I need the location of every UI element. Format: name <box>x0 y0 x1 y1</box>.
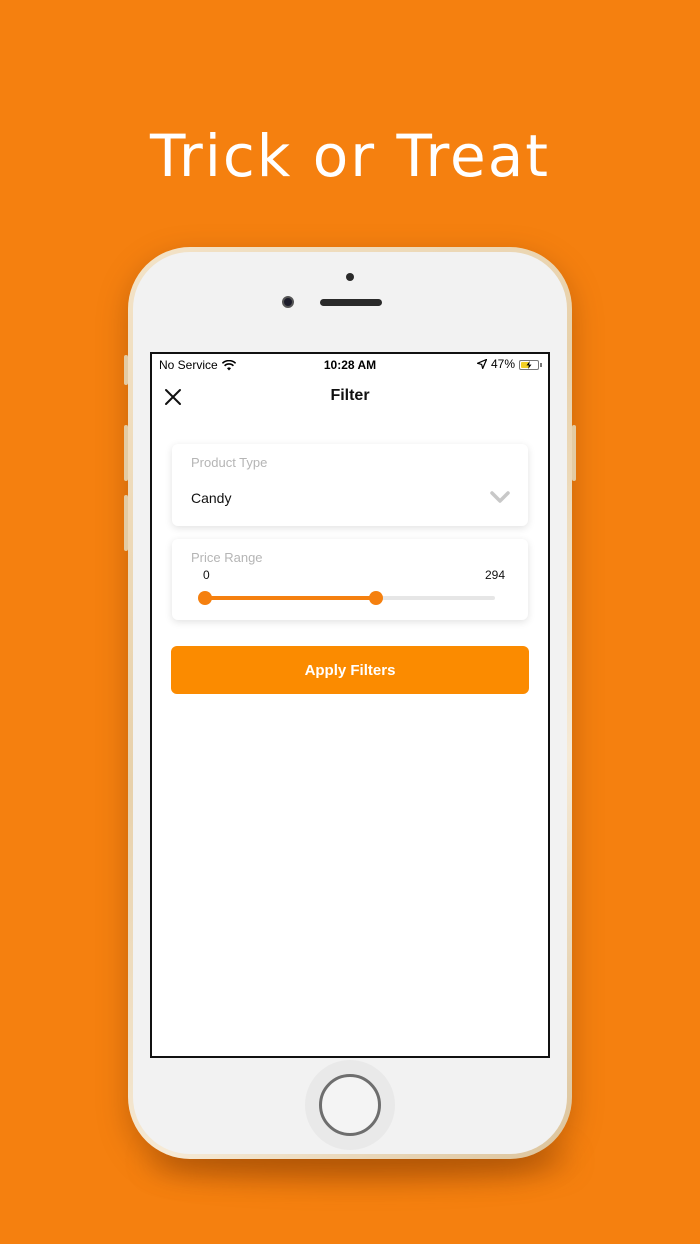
volume-up-button <box>124 425 128 481</box>
product-type-select[interactable]: Product Type Candy <box>172 444 528 526</box>
page-title: Filter <box>330 387 370 404</box>
headline: Trick or Treat <box>150 122 550 190</box>
apply-filters-button[interactable]: Apply Filters <box>171 646 529 694</box>
slider-max-thumb[interactable] <box>369 591 384 605</box>
status-bar: No Service 10:28 AM 47% <box>152 354 548 374</box>
slider-selected-range <box>205 596 377 600</box>
location-arrow-icon <box>476 359 487 369</box>
slider-min-thumb[interactable] <box>198 591 212 605</box>
product-type-label: Product Type <box>191 455 268 470</box>
price-range-label: Price Range <box>191 550 263 565</box>
status-right: 47% <box>476 357 542 371</box>
app-screen: No Service 10:28 AM 47% Filter Product T… <box>150 352 550 1058</box>
battery-tip <box>540 362 542 367</box>
earpiece-speaker <box>320 299 382 306</box>
battery-charging-icon <box>519 359 539 370</box>
mute-switch <box>124 355 128 385</box>
price-range-min: 0 <box>203 568 210 582</box>
price-range-max: 294 <box>484 568 505 582</box>
home-button[interactable] <box>319 1074 381 1136</box>
battery-percent: 47% <box>490 357 515 371</box>
nav-bar: Filter <box>152 378 548 416</box>
volume-down-button <box>124 495 128 551</box>
front-camera <box>282 296 294 308</box>
chevron-down-icon <box>490 491 510 503</box>
price-range-slider[interactable] <box>198 591 495 605</box>
proximity-sensor <box>346 273 354 281</box>
charging-bolt-icon <box>526 360 532 369</box>
price-range-card: Price Range 0 294 <box>172 539 528 620</box>
product-type-value: Candy <box>191 490 232 506</box>
power-button <box>572 425 576 481</box>
